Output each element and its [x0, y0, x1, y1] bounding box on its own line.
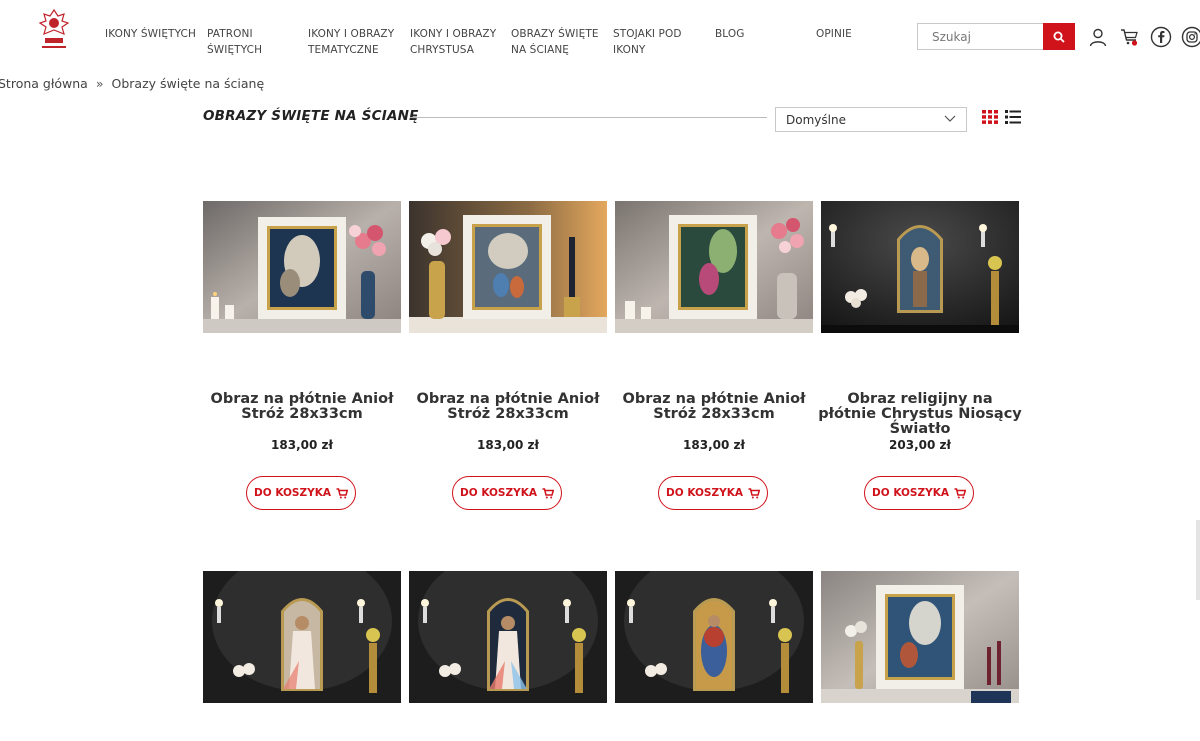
page-title: OBRAZY ŚWIĘTE NA ŚCIANĘ — [203, 108, 419, 124]
list-view-icon[interactable] — [1004, 108, 1021, 125]
breadcrumb: Strona główna » Obrazy święte na ścianę — [0, 76, 264, 91]
product-name[interactable]: Obraz na płótnie Anioł Stróż 28x33cm — [405, 392, 611, 422]
site-header: IKONY ŚWIĘTYCH PATRONI ŚWIĘTYCH IKONY I … — [0, 0, 1200, 72]
add-to-cart-button[interactable]: DO KOSZYKA — [864, 476, 974, 510]
add-to-cart-button[interactable]: DO KOSZYKA — [246, 476, 356, 510]
product-price: 183,00 zł — [683, 438, 745, 452]
breadcrumb-current: Obrazy święte na ścianę — [111, 76, 265, 91]
breadcrumb-home-link[interactable]: Strona główna — [0, 76, 88, 91]
cart-icon — [954, 487, 966, 498]
add-to-cart-label: DO KOSZYKA — [460, 487, 537, 499]
add-to-cart-button[interactable]: DO KOSZYKA — [452, 476, 562, 510]
cart-icon — [336, 487, 348, 498]
nav-item-patroni-swietych[interactable]: PATRONI ŚWIĘTYCH — [207, 26, 287, 58]
cart-icon[interactable] — [1119, 26, 1141, 48]
nav-item-stojaki[interactable]: STOJAKI POD IKONY — [613, 26, 705, 58]
add-to-cart-label: DO KOSZYKA — [666, 487, 743, 499]
product-price: 203,00 zł — [889, 438, 951, 452]
nav-item-ikony-chrystusa[interactable]: IKONY I OBRAZY CHRYSTUSA — [410, 26, 502, 58]
nav-item-ikony-swietych[interactable]: IKONY ŚWIĘTYCH — [105, 26, 197, 42]
add-to-cart-label: DO KOSZYKA — [254, 487, 331, 499]
product-name[interactable]: Obraz na płótnie Anioł Stróż 28x33cm — [611, 392, 817, 422]
product-name[interactable]: Obraz na płótnie Anioł Stróż 28x33cm — [199, 392, 405, 422]
product-image[interactable] — [615, 571, 813, 703]
sort-selected-value: Domyślne — [786, 113, 846, 127]
product-name[interactable]: Obraz religijny na płótnie Chrystus Nios… — [817, 392, 1023, 437]
title-divider — [410, 117, 767, 118]
product-image[interactable] — [821, 201, 1019, 333]
product-image[interactable] — [821, 571, 1019, 703]
nav-item-ikony-tematyczne[interactable]: IKONY I OBRAZY TEMATYCZNE — [308, 26, 400, 58]
product-image[interactable] — [203, 201, 401, 333]
nav-item-opinie[interactable]: OPINIE — [816, 26, 876, 42]
product-image[interactable] — [409, 571, 607, 703]
search-button[interactable] — [1043, 23, 1075, 50]
cart-icon — [542, 487, 554, 498]
product-price: 183,00 zł — [477, 438, 539, 452]
site-logo[interactable] — [34, 8, 74, 54]
scrollbar[interactable] — [1196, 520, 1200, 600]
breadcrumb-separator: » — [95, 76, 104, 91]
add-to-cart-label: DO KOSZYKA — [872, 487, 949, 499]
product-image[interactable] — [409, 201, 607, 333]
search-input[interactable] — [917, 23, 1043, 50]
grid-view-icon[interactable] — [981, 108, 998, 125]
add-to-cart-button[interactable]: DO KOSZYKA — [658, 476, 768, 510]
chevron-down-icon — [944, 112, 956, 127]
instagram-icon[interactable] — [1181, 26, 1200, 48]
product-image[interactable] — [615, 201, 813, 333]
search-icon — [1053, 31, 1065, 43]
product-price: 183,00 zł — [271, 438, 333, 452]
user-icon[interactable] — [1087, 26, 1109, 48]
nav-item-blog[interactable]: BLOG — [715, 26, 775, 42]
cart-icon — [748, 487, 760, 498]
product-image[interactable] — [203, 571, 401, 703]
sort-select[interactable]: Domyślne — [775, 107, 967, 132]
nav-item-obrazy-na-sciane[interactable]: OBRAZY ŚWIĘTE NA ŚCIANĘ — [511, 26, 603, 58]
facebook-icon[interactable] — [1150, 26, 1172, 48]
